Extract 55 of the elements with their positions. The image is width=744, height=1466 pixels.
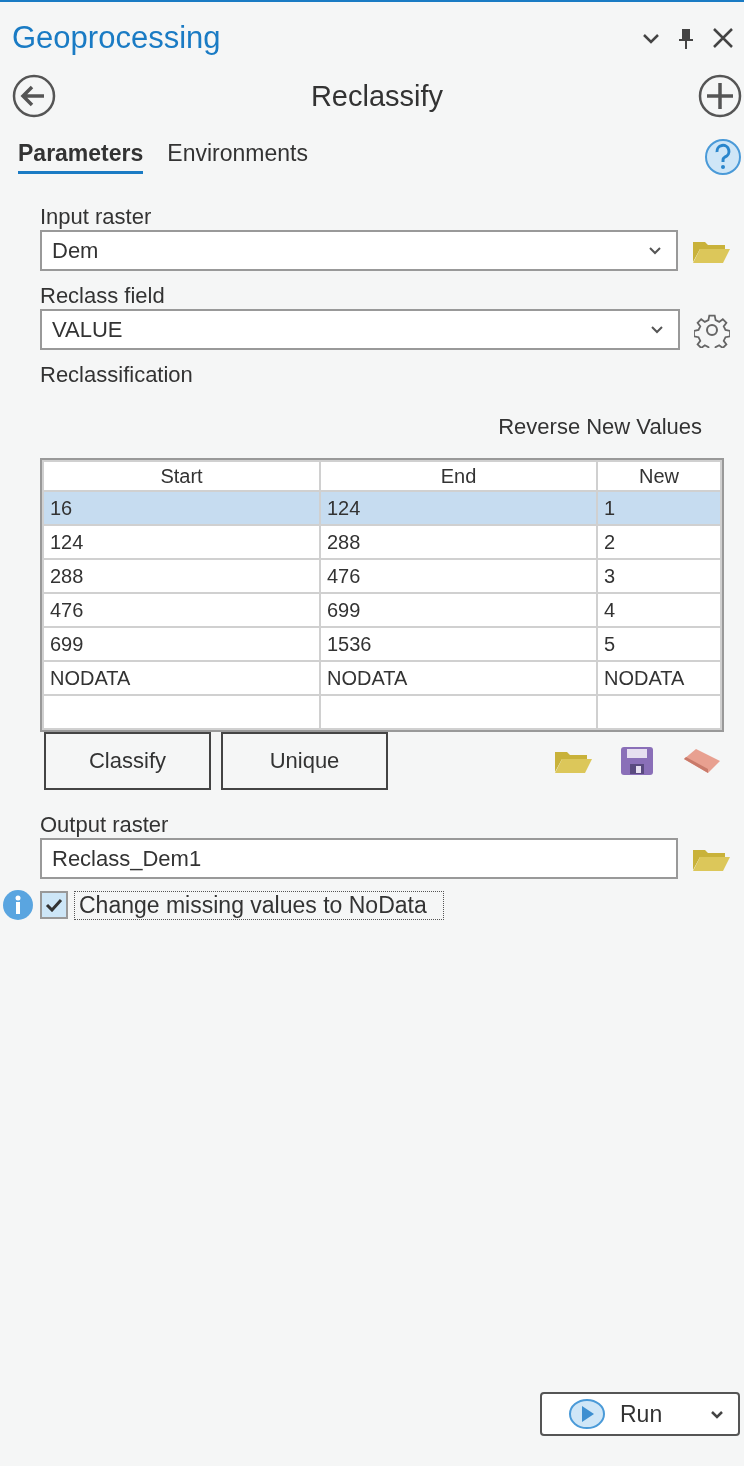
table-cell[interactable]: 476 (44, 594, 319, 626)
action-button[interactable]: Classify (44, 732, 211, 790)
table-cell[interactable]: 699 (321, 594, 596, 626)
dropdown[interactable]: VALUE (40, 309, 680, 350)
empty-table-cell[interactable] (44, 696, 319, 728)
table-cell[interactable]: 16 (44, 492, 319, 524)
tool-title: Reclassify (309, 79, 445, 113)
dropdown[interactable]: Dem (40, 230, 678, 271)
empty-table-cell[interactable] (321, 696, 596, 728)
table-cell[interactable]: 5 (598, 628, 720, 660)
column-header[interactable]: End (321, 462, 596, 490)
table-cell[interactable]: 1536 (321, 628, 596, 660)
checkbox-label[interactable]: Change missing values to NoData (74, 890, 444, 920)
reverse-values-link[interactable]: Reverse New Values (498, 414, 702, 439)
checkbox[interactable] (40, 891, 68, 919)
help-icon[interactable] (704, 138, 742, 176)
table-cell[interactable]: NODATA (321, 662, 596, 694)
table-cell[interactable]: 2 (598, 526, 720, 558)
column-header[interactable]: Start (44, 462, 319, 490)
table-cell[interactable]: 4 (598, 594, 720, 626)
caret-icon[interactable] (642, 32, 660, 44)
info-icon[interactable] (2, 889, 34, 921)
field-label: Input raster (40, 204, 153, 230)
input-field[interactable]: Reclass_Dem1 (40, 838, 678, 879)
table-cell[interactable]: NODATA (44, 662, 319, 694)
table-cell[interactable]: 476 (321, 560, 596, 592)
table-cell[interactable]: 1 (598, 492, 720, 524)
table-cell[interactable]: 699 (44, 628, 319, 660)
add-icon[interactable] (698, 74, 742, 118)
field-label: Output raster (40, 812, 170, 838)
tab[interactable]: Parameters (18, 140, 144, 174)
tab[interactable]: Environments (167, 140, 308, 174)
section-label: Reclassification (40, 362, 194, 388)
dropdown-caret-icon[interactable] (648, 246, 662, 255)
checkmark-icon (45, 898, 63, 912)
pin-icon[interactable] (678, 27, 694, 49)
column-header[interactable]: New (598, 462, 720, 490)
table-cell[interactable]: 124 (44, 526, 319, 558)
table-cell[interactable]: 3 (598, 560, 720, 592)
save-icon[interactable] (620, 746, 654, 776)
empty-table-cell[interactable] (598, 696, 720, 728)
table-cell[interactable]: 288 (44, 560, 319, 592)
run-button[interactable]: Run (540, 1392, 740, 1436)
table-cell[interactable]: NODATA (598, 662, 720, 694)
dropdown-caret-icon[interactable] (650, 325, 664, 334)
caret-icon[interactable] (710, 1409, 724, 1419)
eraser-icon[interactable] (682, 747, 722, 775)
panel-title: Geoprocessing (12, 20, 222, 56)
close-icon[interactable] (712, 27, 734, 49)
action-button[interactable]: Unique (221, 732, 388, 790)
table-cell[interactable]: 124 (321, 492, 596, 524)
play-icon (568, 1398, 606, 1430)
back-icon[interactable] (12, 74, 56, 118)
field-label: Reclass field (40, 283, 166, 309)
table-cell[interactable]: 288 (321, 526, 596, 558)
